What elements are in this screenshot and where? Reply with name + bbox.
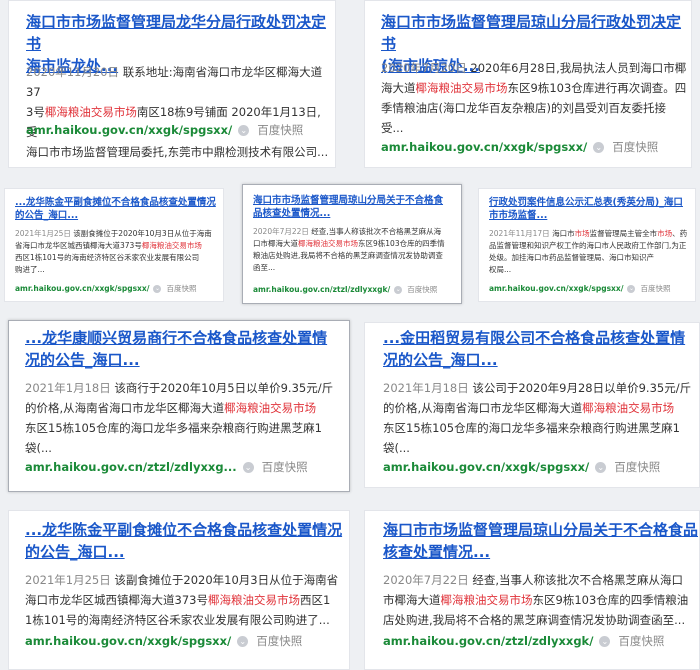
result-footer: amr.haikou.gov.cn/xxgk/spgsxx/ ⌄ 百度快照 <box>15 283 196 294</box>
snapshot-link[interactable]: 百度快照 <box>257 122 303 138</box>
result-snippet: 2021年1月25日 该副食摊位于2020年10月3日从位于海南省 海口市龙华区… <box>25 573 339 627</box>
result-card: ...金田稻贸易有限公司不合格食品核查处置情 况的公告_海口... 2021年1月… <box>364 322 700 488</box>
snapshot-link[interactable]: 百度快照 <box>614 459 660 475</box>
result-card: 海口市市场监督管理局龙华分局行政处罚决定书 海市监龙处... 2020年11月20… <box>8 0 336 168</box>
snapshot-link[interactable]: 百度快照 <box>612 139 658 155</box>
result-footer: amr.haikou.gov.cn/ztzl/zdlyxxgk/ ⌄ 百度快照 <box>253 284 437 295</box>
snapshot-link[interactable]: 百度快照 <box>618 633 664 649</box>
result-footer: amr.haikou.gov.cn/xxgk/spgsxx/ ⌄ 百度快照 <box>383 459 660 475</box>
result-snippet: 2020年7月22日 经查,当事人称该批次不合格黑芝麻从海 口市椰海大道椰海粮油… <box>253 227 445 272</box>
result-url[interactable]: amr.haikou.gov.cn/xxgk/spgsxx/ <box>489 284 623 293</box>
snapshot-link[interactable]: 百度快照 <box>640 283 670 294</box>
result-url[interactable]: amr.haikou.gov.cn/xxgk/spgsxx/ <box>25 634 231 648</box>
result-url[interactable]: amr.haikou.gov.cn/xxgk/spgsxx/ <box>383 460 589 474</box>
result-title-link[interactable]: 行政处罚案件信息公示汇总表(秀英分局)_海口 市市场监督... <box>489 196 693 222</box>
result-url[interactable]: amr.haikou.gov.cn/xxgk/spgsxx/ <box>26 123 232 137</box>
result-snippet: 2021年1月18日 该商行于2020年10月5日以单价9.35元/斤 的价格,… <box>25 381 334 455</box>
result-title-link[interactable]: ...金田稻贸易有限公司不合格食品核查处置情 况的公告_海口... <box>383 327 698 371</box>
result-card: 行政处罚案件信息公示汇总表(秀英分局)_海口 市市场监督... 2021年11月1… <box>478 188 696 302</box>
result-title-link[interactable]: 海口市市场监督管理局琼山分局关于不合格食品核查处置情况... <box>383 519 698 563</box>
result-title-link[interactable]: ...龙华陈金平副食摊位不合格食品核查处置情况 的公告_海口... <box>15 196 220 222</box>
result-card: 海口市市场监督管理局琼山分局关于不合格食品核查处置情况... 2020年7月22… <box>242 184 462 304</box>
result-snippet: 2021年1月18日 该公司于2020年9月28日以单价9.35元/斤 的价格,… <box>383 381 692 455</box>
result-snippet: 2020年11月20日 联系地址:海南省海口市龙华区椰海大道37 3号椰海粮油交… <box>26 65 329 159</box>
result-footer: amr.haikou.gov.cn/ztzl/zdlyxxgk/ ⌄ 百度快照 <box>383 633 664 649</box>
result-footer: amr.haikou.gov.cn/xxgk/spgsxx/ ⌄ 百度快照 <box>489 283 670 294</box>
result-footer: amr.haikou.gov.cn/ztzl/zdlyxxg... ⌄ 百度快照 <box>25 459 308 475</box>
chevron-down-icon[interactable]: ⌄ <box>599 635 611 647</box>
result-card: 海口市市场监督管理局琼山分局关于不合格食品核查处置情况... 2020年7月22… <box>364 510 700 670</box>
chevron-down-icon[interactable]: ⌄ <box>238 124 250 136</box>
chevron-down-icon[interactable]: ⌄ <box>593 141 605 153</box>
result-url[interactable]: amr.haikou.gov.cn/ztzl/zdlyxxgk/ <box>383 634 593 648</box>
result-snippet: 2021年11月17日 海口市市场监督管理局主管全市市场、药品监督管理和知识产权… <box>489 229 688 274</box>
result-url[interactable]: amr.haikou.gov.cn/xxgk/spgsxx/ <box>381 140 587 154</box>
snapshot-link[interactable]: 百度快照 <box>407 284 437 295</box>
result-snippet: 2020年7月22日 经查,当事人称该批次不合格黑芝麻从海口 市椰海大道椰海粮油… <box>383 573 689 627</box>
chevron-down-icon[interactable]: ⌄ <box>394 285 403 294</box>
result-url[interactable]: amr.haikou.gov.cn/xxgk/spgsxx/ <box>15 284 149 293</box>
chevron-down-icon[interactable]: ⌄ <box>627 284 636 293</box>
result-footer: amr.haikou.gov.cn/xxgk/spgsxx/ ⌄ 百度快照 <box>26 122 303 138</box>
result-title-link[interactable]: ...龙华陈金平副食摊位不合格食品核查处置情况 的公告_海口... <box>25 519 345 563</box>
chevron-down-icon[interactable]: ⌄ <box>237 635 249 647</box>
result-url[interactable]: amr.haikou.gov.cn/ztzl/zdlyxxg... <box>25 460 237 474</box>
chevron-down-icon[interactable]: ⌄ <box>153 284 162 293</box>
result-snippet: 2020年7月20日 2020年6月28日,我局执法人员到海口市椰 海大道椰海粮… <box>381 61 687 135</box>
result-footer: amr.haikou.gov.cn/xxgk/spgsxx/ ⌄ 百度快照 <box>25 633 302 649</box>
result-snippet: 2021年1月25日 该副食摊位于2020年10月3日从位于海南 省海口市龙华区… <box>15 229 212 274</box>
result-title-link[interactable]: ...龙华康顺兴贸易商行不合格食品核查处置情 况的公告_海口... <box>25 327 345 371</box>
snapshot-link[interactable]: 百度快照 <box>256 633 302 649</box>
snapshot-link[interactable]: 百度快照 <box>166 283 196 294</box>
result-card: ...龙华康顺兴贸易商行不合格食品核查处置情 况的公告_海口... 2021年1月… <box>8 320 350 492</box>
result-card: ...龙华陈金平副食摊位不合格食品核查处置情况 的公告_海口... 2021年1月… <box>8 510 350 670</box>
snapshot-link[interactable]: 百度快照 <box>262 459 308 475</box>
result-title-link[interactable]: 海口市市场监督管理局琼山分局关于不合格食品核查处置情况... <box>253 194 458 220</box>
chevron-down-icon[interactable]: ⌄ <box>242 461 254 473</box>
chevron-down-icon[interactable]: ⌄ <box>595 461 607 473</box>
result-card: ...龙华陈金平副食摊位不合格食品核查处置情况 的公告_海口... 2021年1月… <box>4 188 224 302</box>
result-card: 海口市市场监督管理局琼山分局行政处罚决定书 (海市监琼处... 2020年7月20… <box>364 0 692 168</box>
result-footer: amr.haikou.gov.cn/xxgk/spgsxx/ ⌄ 百度快照 <box>381 139 658 155</box>
result-url[interactable]: amr.haikou.gov.cn/ztzl/zdlyxxgk/ <box>253 285 390 294</box>
